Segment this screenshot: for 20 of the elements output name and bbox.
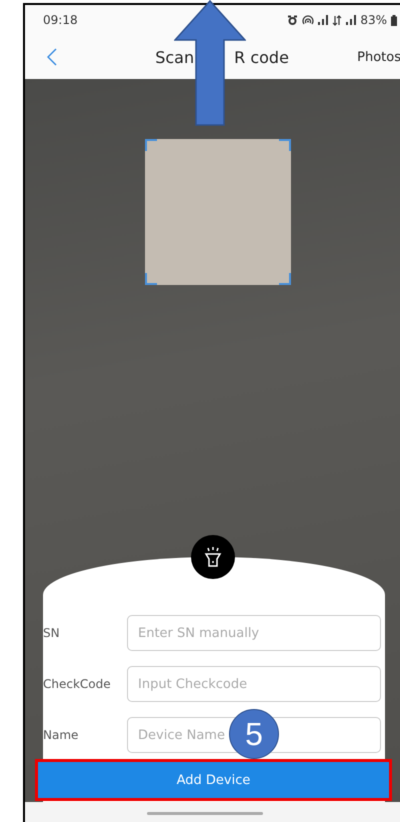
input-field[interactable]: Enter SN manually [127, 615, 381, 651]
step-number-badge: 5 [229, 709, 279, 759]
add-device-button[interactable]: Add Device [38, 762, 389, 798]
data-signal-icon [332, 14, 342, 26]
field-label: SN [43, 626, 61, 640]
field-label: CheckCode [43, 677, 112, 691]
back-icon[interactable] [47, 48, 57, 66]
photos-link[interactable]: Photos [357, 50, 400, 64]
signal-icon [346, 15, 356, 25]
battery-icon [391, 14, 397, 26]
field-label: Name [43, 728, 80, 742]
screen-title: Scan [155, 48, 194, 66]
battery-percent: 83% [360, 13, 387, 27]
alarm-icon [287, 14, 298, 26]
input-field[interactable]: Input Checkcode [127, 666, 381, 702]
status-time: 09:18 [43, 13, 78, 27]
hotspot-icon [302, 14, 314, 26]
screen-title: R code [234, 48, 289, 66]
flashlight-icon[interactable] [191, 535, 235, 579]
signal-icon [318, 15, 328, 25]
